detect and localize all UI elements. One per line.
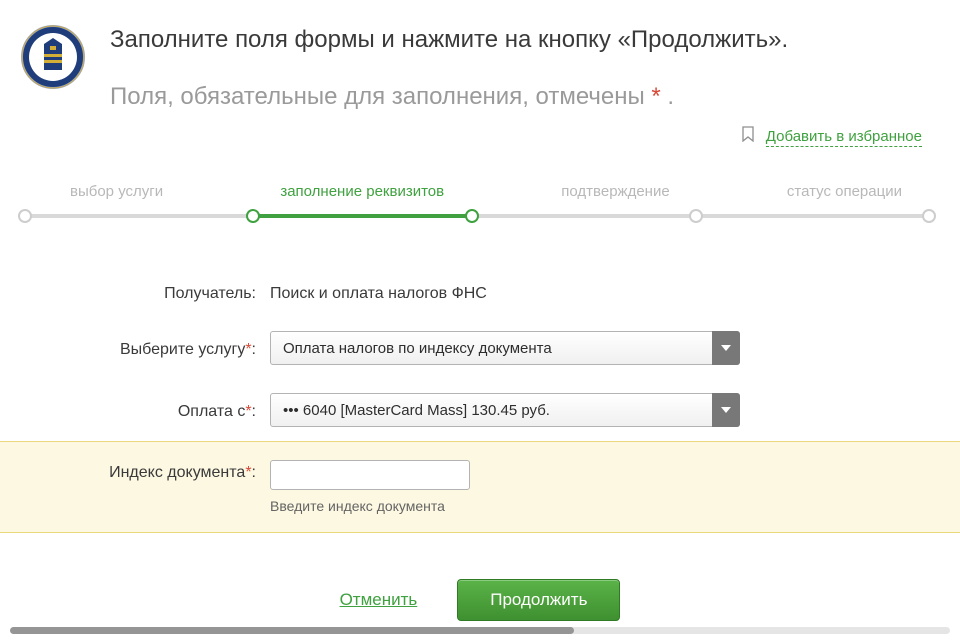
cancel-button[interactable]: Отменить — [340, 590, 418, 610]
row-pay-from: Оплата с*: ••• 6040 [MasterCard Mass] 13… — [0, 379, 960, 441]
label-service-colon: : — [252, 341, 256, 358]
scrollbar-thumb[interactable] — [10, 627, 574, 634]
subtitle-suffix: . — [661, 83, 674, 110]
favorites-row: Добавить в избранное — [0, 122, 960, 155]
step-node-5 — [922, 209, 936, 223]
subtitle-prefix: Поля, обязательные для заполнения, отмеч… — [110, 83, 651, 110]
header: Заполните поля формы и нажмите на кнопку… — [0, 0, 960, 122]
step-node-1 — [18, 209, 32, 223]
row-service: Выберите услугу*: Оплата налогов по инде… — [0, 317, 960, 379]
required-star-icon: * — [651, 83, 660, 110]
page-subtitle: Поля, обязательные для заполнения, отмеч… — [110, 81, 930, 112]
row-doc-index: Индекс документа*: Введите индекс докуме… — [0, 441, 960, 533]
chevron-down-icon[interactable] — [712, 393, 740, 427]
chevron-down-icon[interactable] — [712, 331, 740, 365]
continue-button[interactable]: Продолжить — [457, 579, 620, 621]
step-label-2: заполнение реквизитов — [280, 183, 444, 200]
step-label-1: выбор услуги — [70, 183, 163, 200]
label-doc-index: Индекс документа*: — [0, 460, 270, 482]
doc-index-input[interactable] — [270, 460, 470, 490]
label-service-text: Выберите услугу — [120, 341, 245, 358]
stepper-nodes — [20, 209, 934, 223]
service-select-box[interactable]: Оплата налогов по индексу документа — [270, 331, 740, 365]
doc-index-hint: Введите индекс документа — [270, 498, 470, 514]
step-node-2 — [246, 209, 260, 223]
stepper-labels: выбор услуги заполнение реквизитов подтв… — [20, 183, 940, 210]
fns-logo — [20, 24, 86, 90]
add-to-favorites-link[interactable]: Добавить в избранное — [766, 128, 922, 147]
pay-from-select-box[interactable]: ••• 6040 [MasterCard Mass] 130.45 руб. — [270, 393, 740, 427]
pay-from-select[interactable]: ••• 6040 [MasterCard Mass] 130.45 руб. — [270, 393, 740, 427]
label-pay-from-colon: : — [252, 403, 256, 420]
pay-from-select-value: ••• 6040 [MasterCard Mass] 130.45 руб. — [283, 402, 550, 419]
label-doc-index-text: Индекс документа — [109, 464, 245, 481]
label-pay-from: Оплата с*: — [0, 399, 270, 421]
horizontal-scrollbar[interactable] — [10, 627, 950, 634]
label-service: Выберите услугу*: — [0, 337, 270, 359]
buttons-row: Отменить Продолжить — [0, 579, 960, 621]
page-container: Заполните поля формы и нажмите на кнопку… — [0, 0, 960, 621]
doc-index-field-group: Введите индекс документа — [270, 460, 470, 514]
form-section: Получатель: Поиск и оплата налогов ФНС В… — [0, 255, 960, 533]
service-select-value: Оплата налогов по индексу документа — [283, 340, 552, 357]
label-recipient: Получатель: — [0, 281, 270, 303]
value-recipient: Поиск и оплата налогов ФНС — [270, 281, 487, 303]
service-select[interactable]: Оплата налогов по индексу документа — [270, 331, 740, 365]
step-node-4 — [689, 209, 703, 223]
page-title: Заполните поля формы и нажмите на кнопку… — [110, 24, 930, 55]
step-node-3 — [465, 209, 479, 223]
row-recipient: Получатель: Поиск и оплата налогов ФНС — [0, 267, 960, 317]
label-pay-from-text: Оплата с — [178, 403, 245, 420]
label-doc-index-colon: : — [252, 464, 256, 481]
bookmark-icon — [741, 126, 755, 147]
stepper: выбор услуги заполнение реквизитов подтв… — [20, 183, 940, 223]
step-label-4: статус операции — [787, 183, 902, 200]
header-text: Заполните поля формы и нажмите на кнопку… — [110, 24, 930, 112]
step-label-3: подтверждение — [561, 183, 669, 200]
